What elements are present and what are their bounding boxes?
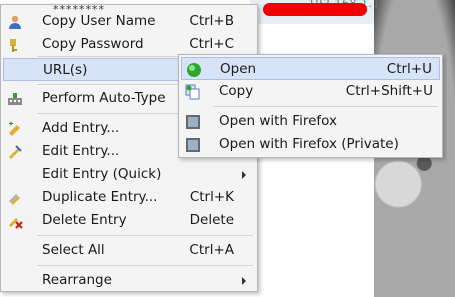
submenu-arrow-icon bbox=[242, 171, 246, 179]
menu-item-copy-password[interactable]: Copy Password Ctrl+C bbox=[3, 33, 255, 56]
keyboard-icon bbox=[7, 91, 23, 107]
menu-item-label: Copy User Name bbox=[42, 13, 156, 29]
menu-separator bbox=[37, 265, 253, 266]
copy-icon bbox=[185, 84, 201, 100]
menu-item-label: URL(s) bbox=[43, 62, 88, 78]
urls-submenu: Open Ctrl+U Copy Ctrl+Shift+U Open with … bbox=[178, 54, 443, 158]
delete-icon bbox=[7, 213, 23, 229]
menu-item-duplicate-entry[interactable]: Duplicate Entry... Ctrl+K bbox=[3, 186, 255, 209]
menu-item-label: Duplicate Entry... bbox=[42, 189, 158, 205]
duplicate-icon bbox=[7, 190, 23, 206]
menu-item-shortcut: Ctrl+B bbox=[189, 13, 234, 29]
firefox-icon bbox=[185, 137, 201, 153]
menu-item-shortcut: Ctrl+Shift+U bbox=[345, 83, 433, 99]
menu-item-rearrange[interactable]: Rearrange bbox=[3, 269, 255, 292]
menu-item-label: Add Entry... bbox=[42, 120, 120, 136]
menu-item-label: Edit Entry (Quick) bbox=[42, 166, 162, 182]
add-key-icon bbox=[7, 121, 23, 137]
submenu-item-open-with-firefox-private[interactable]: Open with Firefox (Private) bbox=[181, 133, 440, 156]
edit-icon bbox=[7, 144, 23, 160]
menu-item-shortcut: Ctrl+U bbox=[386, 61, 432, 77]
menu-item-label: Copy bbox=[219, 83, 254, 99]
menu-item-label: Copy Password bbox=[42, 36, 144, 52]
menu-item-label: Edit Entry... bbox=[42, 143, 120, 159]
menu-item-label: Open with Firefox bbox=[219, 113, 337, 129]
user-icon bbox=[7, 14, 23, 30]
submenu-arrow-icon bbox=[242, 277, 246, 285]
submenu-item-open[interactable]: Open Ctrl+U bbox=[181, 57, 440, 80]
menu-item-label: Select All bbox=[42, 242, 105, 258]
submenu-item-open-with-firefox[interactable]: Open with Firefox bbox=[181, 110, 440, 133]
menu-separator bbox=[37, 235, 253, 236]
menu-item-delete-entry[interactable]: Delete Entry Delete bbox=[3, 209, 255, 232]
menu-item-label: Open with Firefox (Private) bbox=[219, 136, 399, 152]
redaction-bar bbox=[263, 3, 367, 16]
menu-item-shortcut: Ctrl+A bbox=[189, 242, 234, 258]
menu-separator bbox=[213, 106, 438, 107]
menu-item-label: Open bbox=[220, 61, 257, 77]
menu-item-shortcut: Ctrl+C bbox=[189, 36, 234, 52]
green-globe-icon bbox=[186, 62, 202, 78]
menu-item-copy-user-name[interactable]: Copy User Name Ctrl+B bbox=[3, 10, 255, 33]
key-icon bbox=[7, 37, 23, 53]
menu-item-label: Delete Entry bbox=[42, 212, 127, 228]
menu-item-shortcut: Ctrl+K bbox=[189, 189, 234, 205]
firefox-icon bbox=[185, 114, 201, 130]
menu-item-label: Perform Auto-Type bbox=[42, 90, 166, 106]
menu-item-shortcut: Delete bbox=[189, 212, 234, 228]
submenu-item-copy[interactable]: Copy Ctrl+Shift+U bbox=[181, 80, 440, 103]
menu-item-select-all[interactable]: Select All Ctrl+A bbox=[3, 239, 255, 262]
menu-item-edit-entry-quick[interactable]: Edit Entry (Quick) bbox=[3, 163, 255, 186]
menu-item-label: Rearrange bbox=[42, 272, 112, 288]
